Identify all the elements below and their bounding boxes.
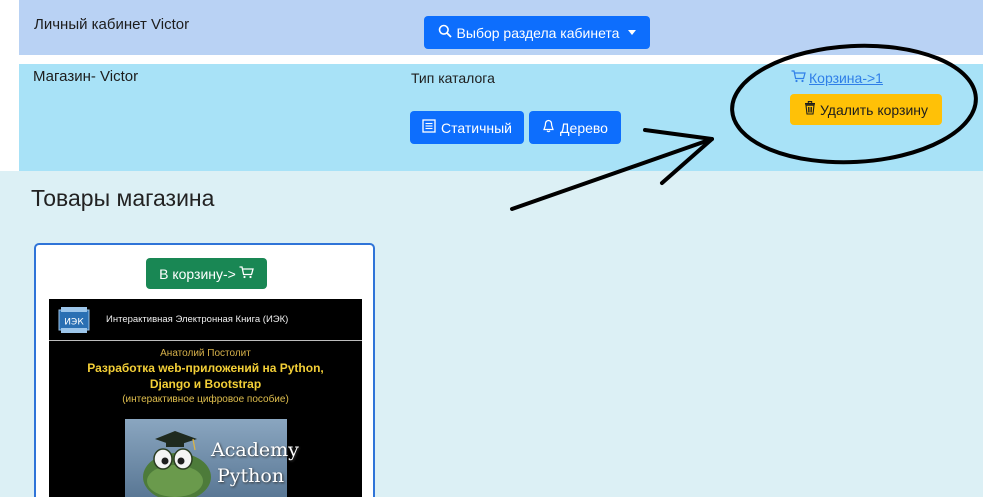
bell-icon <box>542 119 555 136</box>
book-title-line: Разработка web-приложений на Python, <box>87 361 324 375</box>
products-area: Товары магазина В корзину-> ИЭК Интеракт… <box>0 171 983 497</box>
shop-title: Магазин- Victor <box>33 68 139 85</box>
tree-catalog-label: Дерево <box>560 119 608 136</box>
tree-catalog-button[interactable]: Дерево <box>529 111 621 144</box>
book-author: Анатолий Постолит <box>160 348 251 359</box>
book-title-line: Django и Bootstrap <box>149 377 262 391</box>
cabinet-header: Личный кабинет Victor Выбор раздела каби… <box>19 0 983 55</box>
section-select-button[interactable]: Выбор раздела кабинета <box>424 16 650 49</box>
add-to-cart-label: В корзину-> <box>159 265 236 282</box>
page-title: Товары магазина <box>31 185 215 211</box>
cover-title-line: Python <box>217 465 285 487</box>
product-image[interactable]: ИЭК Интерактивная Электронная Книга (ИЭК… <box>49 299 362 497</box>
product-card: В корзину-> ИЭК Интерактивная Электронна… <box>34 243 375 497</box>
section-select-label: Выбор раздела кабинета <box>456 24 620 41</box>
book-title: Разработка web-приложений на Python, Dja… <box>49 360 362 392</box>
chevron-down-icon <box>628 30 637 35</box>
search-icon <box>438 24 452 41</box>
add-to-cart-button[interactable]: В корзину-> <box>146 258 267 289</box>
shop-header: Магазин- Victor Тип каталога Статичный Д… <box>19 64 983 171</box>
trash-icon <box>804 101 816 118</box>
cart-icon <box>791 70 806 86</box>
book-subtitle: (интерактивное цифровое пособие) <box>122 394 289 405</box>
book-cover-illustration: Academy Python <box>125 419 299 497</box>
cart-link-label: Корзина->1 <box>809 70 883 86</box>
cart-link[interactable]: Корзина->1 <box>791 70 883 86</box>
cover-title-line: Academy <box>211 439 299 461</box>
static-catalog-label: Статичный <box>441 119 512 136</box>
delete-cart-button[interactable]: Удалить корзину <box>790 94 942 125</box>
cabinet-title: Личный кабинет Victor <box>34 16 190 33</box>
book-series: Интерактивная Электронная Книга (ИЭК) <box>106 314 289 325</box>
book-logo-icon: ИЭК <box>58 305 90 335</box>
static-catalog-button[interactable]: Статичный <box>410 111 524 144</box>
cart-icon <box>239 265 254 282</box>
list-icon <box>422 119 436 136</box>
book-header: ИЭК Интерактивная Электронная Книга (ИЭК… <box>49 299 362 341</box>
delete-cart-label: Удалить корзину <box>819 101 928 118</box>
catalog-type-label: Тип каталога <box>411 70 495 86</box>
book-logo-text: ИЭК <box>64 318 84 328</box>
